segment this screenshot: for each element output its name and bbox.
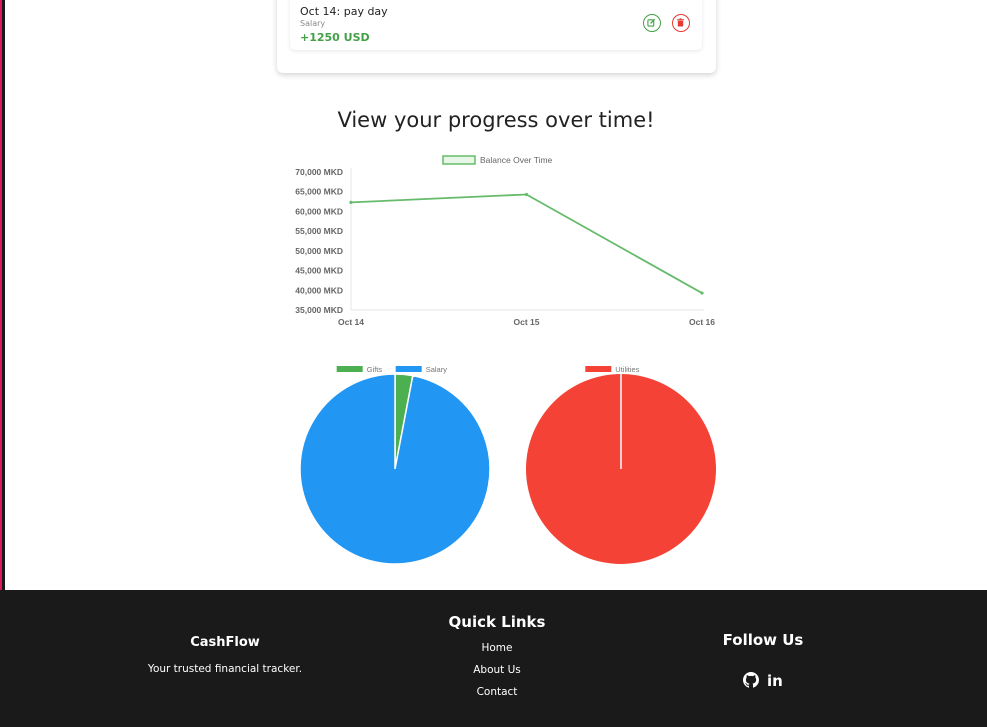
- left-edge-accent: [0, 0, 2, 590]
- y-tick-label: 70,000 MKD: [295, 167, 343, 177]
- github-icon[interactable]: [743, 672, 759, 692]
- gifts-salary-pie-chart: Gifts Salary: [299, 365, 491, 565]
- y-tick-label: 45,000 MKD: [295, 266, 343, 276]
- footer-link-contact[interactable]: Contact: [430, 686, 564, 698]
- legend-swatch-utilities: [585, 366, 612, 372]
- footer-link-home[interactable]: Home: [430, 642, 564, 654]
- y-tick-label: 50,000 MKD: [295, 246, 343, 256]
- follow-us-title: Follow Us: [722, 631, 804, 649]
- data-point: [524, 192, 529, 197]
- quick-links-title: Quick Links: [448, 613, 546, 631]
- legend-label-balance: Balance Over Time: [480, 155, 553, 165]
- x-tick-label: Oct 16: [689, 317, 715, 327]
- x-tick-label: Oct 15: [514, 317, 540, 327]
- legend-swatch-salary: [395, 366, 422, 372]
- utilities-pie-chart: Utilities: [526, 365, 716, 564]
- balance-line-chart: Balance Over Time 70,000 MKD 65,000 MKD 60,…: [295, 155, 715, 327]
- y-tick-label: 60,000 MKD: [295, 206, 343, 216]
- footer-tagline: Your trusted financial tracker.: [147, 663, 303, 675]
- footer-brand: CashFlow: [190, 635, 260, 650]
- pie-slice-salary: [299, 373, 491, 565]
- data-point: [349, 200, 353, 204]
- y-tick-label: 35,000 MKD: [295, 305, 343, 315]
- linkedin-icon[interactable]: in: [767, 672, 783, 690]
- legend-label-gifts: Gifts: [367, 365, 383, 374]
- legend-label-utilities: Utilities: [615, 365, 639, 374]
- legend-swatch-balance: [442, 155, 476, 165]
- series-line-balance: [350, 193, 703, 294]
- y-tick-label: 55,000 MKD: [295, 226, 343, 236]
- data-point: [700, 291, 704, 295]
- y-tick-label: 65,000 MKD: [295, 187, 343, 197]
- main-content: Oct 14: pay day Salary +1250 USD View yo…: [5, 0, 987, 590]
- legend-swatch-gifts: [336, 366, 363, 372]
- legend-label-salary: Salary: [426, 365, 448, 374]
- y-tick-label: 40,000 MKD: [295, 285, 343, 295]
- footer-link-about-us[interactable]: About Us: [430, 664, 564, 676]
- x-tick-label: Oct 14: [338, 317, 364, 327]
